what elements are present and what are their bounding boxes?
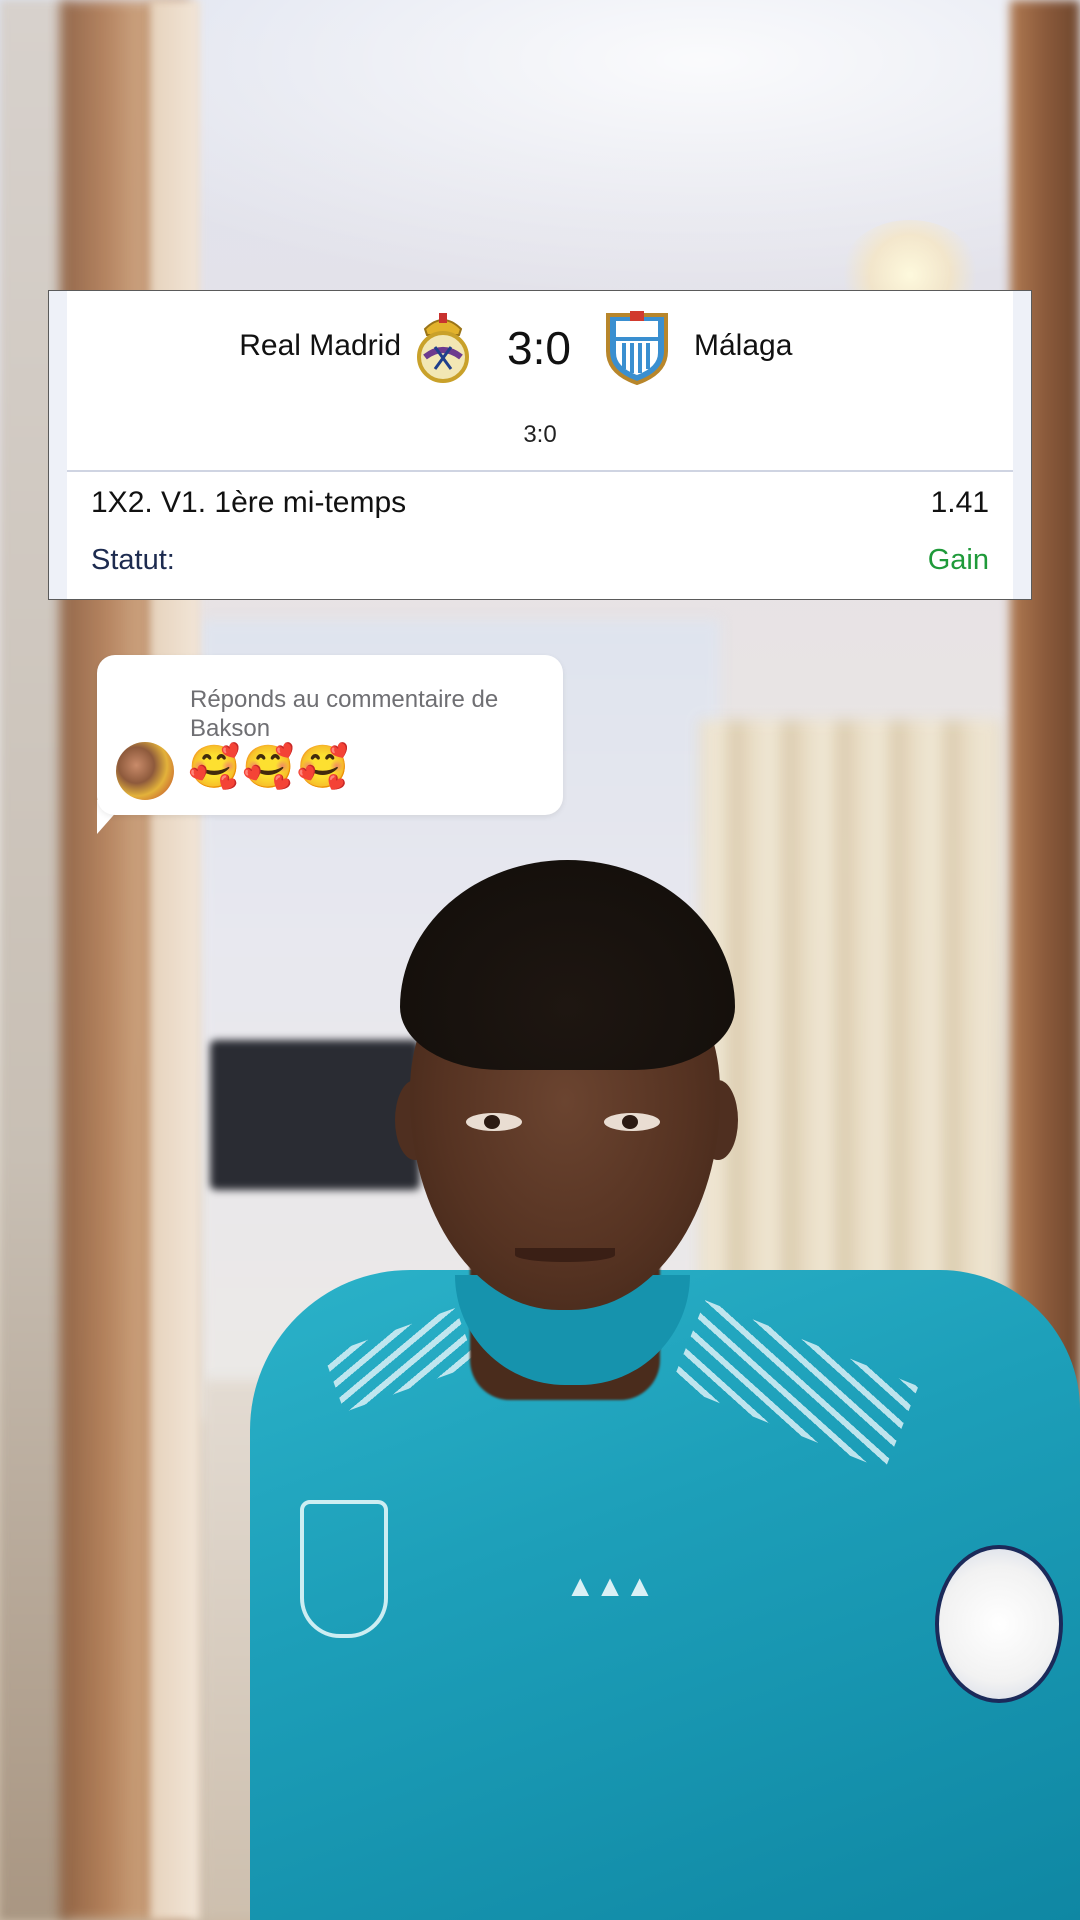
bet-description: 1X2. V1. 1ère mi-temps [91,486,407,519]
status-value: Gain [927,544,989,576]
hair [400,860,735,1070]
mouth [515,1248,615,1262]
adidas-logo-icon: ▲▲▲ [565,1570,655,1603]
malaga-crest-icon [606,311,668,385]
user-avatar[interactable] [116,742,174,800]
bet-selection-row: 1X2. V1. 1ère mi-temps 1.41 [91,486,989,526]
eye-right [604,1113,660,1131]
halftime-score: 3:0 [523,421,557,448]
home-team-name: Real Madrid [239,329,401,362]
comment-emojis: 🥰🥰🥰 [188,743,351,790]
champions-league-badge-icon [935,1545,1063,1703]
background-video-frame: ▲▲▲ [0,0,1080,1920]
away-team-name: Málaga [694,329,793,362]
real-madrid-crest-icon [417,313,469,383]
bet-status-row: Statut: Gain [91,544,989,584]
reply-comment-bubble[interactable]: Réponds au commentaire de Bakson 🥰🥰🥰 [97,655,563,815]
eye-left [466,1113,522,1131]
divider [67,470,1013,472]
person: ▲▲▲ [0,0,1080,1920]
bet-odds: 1.41 [930,486,989,519]
match-header: Real Madrid 3:0 Málaga [49,291,1031,401]
reply-label: Réponds au commentaire de Bakson [190,686,499,742]
club-crest-icon [300,1500,388,1638]
status-label: Statut: [91,544,175,576]
match-score: 3:0 [507,322,571,374]
bet-slip-card: Real Madrid 3:0 Málaga 3:0 1X2. V1. 1ère… [48,290,1032,600]
